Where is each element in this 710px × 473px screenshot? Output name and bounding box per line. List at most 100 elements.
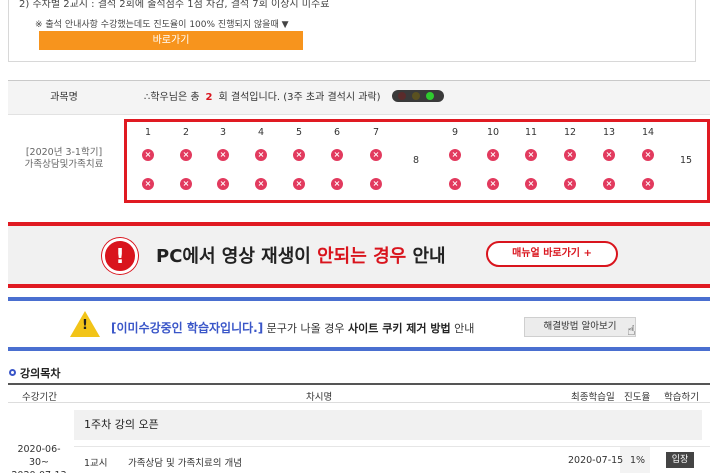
x-circle-icon: × <box>525 149 537 161</box>
x-circle-icon: × <box>370 149 382 161</box>
pc-banner-text-part1: PC에서 영상 재생이 <box>156 246 318 267</box>
period-start: 2020-06-30~ <box>17 444 61 468</box>
warning-icon: ! <box>102 238 138 274</box>
week-number: 15 <box>679 155 693 166</box>
x-circle-icon: × <box>142 149 154 161</box>
week-column: 6 × × <box>322 122 352 200</box>
x-circle-icon: × <box>255 149 267 161</box>
absence-message: ∴학우님은 총 2 회 결석입니다. (3주 초과 결석시 과락) <box>144 81 381 115</box>
x-circle-icon: × <box>642 149 654 161</box>
row-date: 2020-07-15 <box>568 455 624 466</box>
x-circle-icon: × <box>370 178 382 190</box>
cookie-banner-end: 안내 <box>450 322 475 335</box>
week-column: 12 × × <box>555 122 585 200</box>
week-column: 10 × × <box>478 122 508 200</box>
week-column: 8 <box>401 122 431 200</box>
week-number: 7 <box>372 127 380 138</box>
attendance-header: 과목명 ∴학우님은 총 2 회 결석입니다. (3주 초과 결석시 과락) <box>8 81 710 115</box>
x-circle-icon: × <box>293 149 305 161</box>
cookie-banner-middle: 문구가 나올 경우 <box>263 322 349 335</box>
week-column: 3 × × <box>208 122 238 200</box>
lecture-section-title: 강의목차 <box>9 365 60 381</box>
absence-count: 2 <box>205 92 213 103</box>
x-circle-icon: × <box>449 178 461 190</box>
row-period-no: 1교시 <box>84 458 108 469</box>
x-circle-icon: × <box>487 178 499 190</box>
status-light <box>392 90 444 102</box>
lecture-table-header: 수강기간 차시명 최종학습일 진도율 학습하기 <box>8 383 710 403</box>
x-circle-icon: × <box>449 149 461 161</box>
x-circle-icon: × <box>180 178 192 190</box>
x-circle-icon: × <box>217 149 229 161</box>
bullet-circle-icon <box>9 369 16 376</box>
course-term: [2020년 3-1학기] <box>25 147 103 158</box>
x-circle-icon: × <box>293 178 305 190</box>
cookie-banner-text: [이미수강중인 학습자입니다.] 문구가 나올 경우 사이트 쿠키 제거 방법 … <box>111 319 474 336</box>
week-number: 4 <box>257 127 265 138</box>
week-column: 7 × × <box>361 122 391 200</box>
attendance-table: 과목명 ∴학우님은 총 2 회 결석입니다. (3주 초과 결석시 과락) [202… <box>8 80 710 208</box>
solution-button[interactable]: 해결방법 알아보기 <box>524 317 636 337</box>
row-title: 가족상담 및 가족치료의 개념 <box>128 458 242 469</box>
week-column: 5 × × <box>284 122 314 200</box>
week-column: 15 <box>671 122 701 200</box>
x-circle-icon: × <box>180 149 192 161</box>
week-column: 4 × × <box>246 122 276 200</box>
week-number: 8 <box>412 155 420 166</box>
week-number: 10 <box>486 127 500 138</box>
row-progress: 1% <box>630 455 646 466</box>
pc-playback-banner[interactable]: ! PC에서 영상 재생이 안되는 경우 안내 매뉴얼 바로가기 + <box>8 222 710 288</box>
absence-message-suffix: 회 결석입니다. (3주 초과 결석시 과락) <box>218 92 381 103</box>
enter-button[interactable]: 입장 <box>666 452 694 468</box>
week-number: 9 <box>451 127 459 138</box>
x-circle-icon: × <box>487 149 499 161</box>
col-title: 차시명 <box>306 392 333 403</box>
week-number: 5 <box>295 127 303 138</box>
week-number: 1 <box>144 127 152 138</box>
col-study: 학습하기 <box>664 392 699 403</box>
pc-banner-text: PC에서 영상 재생이 안되는 경우 안내 <box>156 242 446 268</box>
table-row: 1교시 가족상담 및 가족치료의 개념 2020-07-15 1% 입장 <box>74 446 710 473</box>
goto-button[interactable]: 바로가기 <box>39 31 303 50</box>
cookie-guide-banner[interactable]: ! [이미수강중인 학습자입니다.] 문구가 나올 경우 사이트 쿠키 제거 방… <box>8 297 710 351</box>
pc-banner-text-highlight: 안되는 경우 <box>317 246 407 267</box>
x-circle-icon: × <box>525 178 537 190</box>
week-column: 11 × × <box>516 122 546 200</box>
pc-banner-text-part3: 안내 <box>406 246 446 267</box>
x-circle-icon: × <box>142 178 154 190</box>
study-period: 2020-06-30~ 2020-07-13 <box>8 443 70 473</box>
week-header: 1주차 강의 오픈 <box>74 410 702 440</box>
week-column: 1 × × <box>133 122 163 200</box>
subject-header-label: 과목명 <box>50 92 78 103</box>
x-circle-icon: × <box>255 178 267 190</box>
x-circle-icon: × <box>564 149 576 161</box>
attendance-grid: 1 × × 2 × × 3 × × 4 × × 5 × × 6 × × 7 × × 8 9 × × 10 × × 11 × × 12 × × 13 ×… <box>124 119 710 203</box>
cookie-banner-bold: 사이트 쿠키 제거 방법 <box>348 322 451 335</box>
week-number: 14 <box>641 127 655 138</box>
hand-pointer-icon: ☝ <box>627 323 636 339</box>
week-number: 6 <box>333 127 341 138</box>
absence-message-prefix: ∴학우님은 총 <box>144 92 200 103</box>
week-column: 9 × × <box>440 122 470 200</box>
x-circle-icon: × <box>564 178 576 190</box>
period-end: 2020-07-13 <box>8 469 70 473</box>
manual-link-button[interactable]: 매뉴얼 바로가기 + <box>486 241 618 267</box>
lecture-section-title-text: 강의목차 <box>20 367 61 380</box>
col-last-date: 최종학습일 <box>571 392 615 403</box>
notice-hint-text: ※ 출석 안내사항 수강했는데도 진도율이 100% 진행되지 않을때 ▼ <box>35 20 289 30</box>
x-circle-icon: × <box>603 149 615 161</box>
week-column: 2 × × <box>171 122 201 200</box>
x-circle-icon: × <box>331 149 343 161</box>
course-cell: [2020년 3-1학기] 가족상담및가족치료 <box>8 115 120 209</box>
week-number: 11 <box>524 127 538 138</box>
status-light-yellow <box>412 92 420 100</box>
x-circle-icon: × <box>603 178 615 190</box>
status-light-red <box>398 92 406 100</box>
col-period: 수강기간 <box>22 392 57 403</box>
caution-exclamation: ! <box>82 318 88 333</box>
attendance-notice-box: 2) 주차별 2교시 : 결석 2회에 출석점수 1점 차감, 결석 7회 이상… <box>8 0 696 62</box>
x-circle-icon: × <box>331 178 343 190</box>
week-number: 13 <box>602 127 616 138</box>
week-number: 3 <box>219 127 227 138</box>
week-column: 14 × × <box>633 122 663 200</box>
